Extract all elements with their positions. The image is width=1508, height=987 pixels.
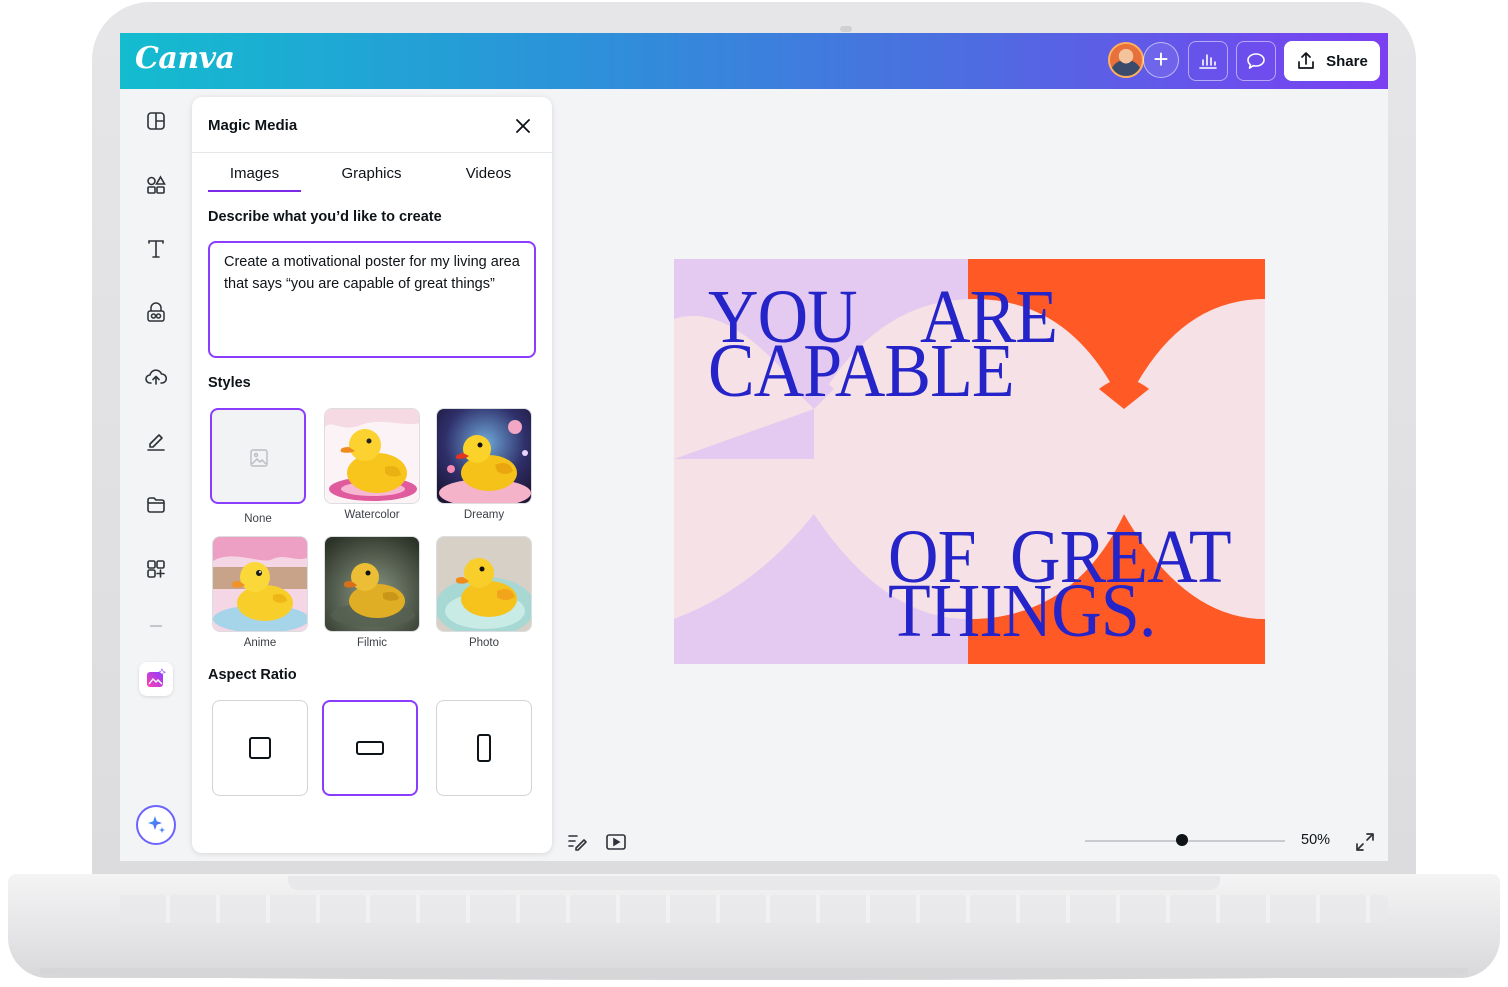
share-button[interactable]: Share bbox=[1284, 41, 1380, 81]
rail-apps[interactable] bbox=[144, 557, 168, 581]
prompt-textarea[interactable]: Create a motivational poster for my livi… bbox=[208, 241, 536, 358]
duck-filmic-thumb bbox=[325, 537, 419, 631]
app-screen: Canva + Share Magic Media Images Graphic… bbox=[120, 33, 1388, 861]
upload-icon bbox=[1298, 52, 1314, 69]
play-icon bbox=[606, 834, 626, 850]
draw-icon bbox=[147, 434, 165, 451]
avatar[interactable] bbox=[1108, 42, 1144, 78]
laptop-foot bbox=[40, 968, 1468, 980]
style-caption: Photo bbox=[468, 637, 500, 649]
notes-icon bbox=[568, 835, 587, 851]
present-button[interactable] bbox=[605, 831, 627, 853]
aspect-square-button[interactable] bbox=[212, 700, 308, 796]
duck-anime-thumb bbox=[213, 537, 307, 631]
prompt-text: Create a motivational poster for my livi… bbox=[224, 254, 520, 292]
style-watercolor[interactable] bbox=[324, 408, 420, 504]
canva-logo[interactable]: Canva bbox=[135, 41, 235, 76]
text-icon bbox=[148, 240, 164, 258]
plus-icon: + bbox=[1153, 44, 1169, 74]
fullscreen-button[interactable] bbox=[1354, 831, 1376, 853]
aspect-ratio-label: Aspect Ratio bbox=[208, 667, 297, 683]
poster-text-capable[interactable]: CAPABLE bbox=[708, 333, 1015, 409]
style-dreamy[interactable] bbox=[436, 408, 532, 504]
rail-design[interactable] bbox=[144, 109, 168, 133]
folder-icon bbox=[147, 497, 165, 513]
styles-label: Styles bbox=[208, 375, 251, 391]
rail-elements[interactable] bbox=[144, 173, 168, 197]
bar-chart-icon bbox=[1199, 54, 1217, 69]
style-anime[interactable] bbox=[212, 536, 308, 632]
side-rail bbox=[120, 89, 192, 861]
aspect-landscape-button[interactable] bbox=[322, 700, 418, 796]
rail-draw[interactable] bbox=[144, 429, 168, 453]
comment-icon bbox=[1247, 53, 1265, 69]
apps-icon bbox=[147, 560, 165, 578]
close-panel-button[interactable] bbox=[512, 115, 534, 137]
style-caption: Anime bbox=[243, 637, 277, 649]
notes-button[interactable] bbox=[566, 831, 588, 853]
magic-assistant-button[interactable] bbox=[136, 805, 176, 845]
cloud-upload-icon bbox=[145, 369, 167, 385]
style-none[interactable] bbox=[210, 408, 306, 504]
laptop-keyboard bbox=[120, 895, 1388, 923]
close-icon bbox=[516, 119, 530, 133]
share-label: Share bbox=[1326, 52, 1368, 70]
active-tab-indicator bbox=[208, 190, 301, 192]
sparkle-icon bbox=[148, 816, 165, 833]
panel-title: Magic Media bbox=[208, 117, 298, 134]
add-collaborator-button[interactable]: + bbox=[1143, 42, 1179, 78]
style-photo[interactable] bbox=[436, 536, 532, 632]
poster-canvas[interactable]: YOU ARE CAPABLE OF GREAT THINGS. bbox=[674, 259, 1265, 664]
style-filmic[interactable] bbox=[324, 536, 420, 632]
rail-uploads[interactable] bbox=[144, 365, 168, 389]
poster-text-things[interactable]: THINGS. bbox=[888, 573, 1156, 649]
duck-dreamy-thumb bbox=[437, 409, 531, 503]
duck-watercolor-thumb bbox=[325, 409, 419, 503]
laptop-camera bbox=[840, 26, 852, 32]
magic-media-panel: Magic Media Images Graphics Videos Descr… bbox=[192, 97, 552, 853]
top-bar: Canva + Share bbox=[120, 33, 1388, 89]
laptop-hinge bbox=[288, 876, 1220, 890]
magic-media-icon bbox=[147, 668, 166, 687]
layout-icon bbox=[147, 112, 165, 130]
style-caption: Filmic bbox=[356, 637, 388, 649]
rail-projects[interactable] bbox=[144, 493, 168, 517]
style-caption: Watercolor bbox=[344, 509, 400, 521]
prompt-label: Describe what you’d like to create bbox=[208, 209, 442, 225]
aspect-portrait-button[interactable] bbox=[436, 700, 532, 796]
style-caption: None bbox=[244, 513, 272, 525]
tab-images[interactable]: Images bbox=[208, 165, 301, 182]
expand-icon bbox=[1356, 833, 1374, 851]
tab-graphics[interactable]: Graphics bbox=[325, 165, 418, 182]
portrait-ratio-icon bbox=[477, 734, 491, 762]
image-placeholder-icon bbox=[250, 449, 268, 467]
brand-kit-icon bbox=[147, 302, 165, 322]
style-caption: Dreamy bbox=[463, 509, 505, 521]
rail-magic-media[interactable] bbox=[139, 662, 173, 696]
rail-text[interactable] bbox=[144, 237, 168, 261]
zoom-slider-knob[interactable] bbox=[1176, 834, 1188, 846]
shapes-icon bbox=[147, 175, 166, 194]
duck-photo-thumb bbox=[437, 537, 531, 631]
comments-button[interactable] bbox=[1236, 41, 1276, 81]
square-ratio-icon bbox=[249, 737, 271, 759]
tab-videos[interactable]: Videos bbox=[442, 165, 535, 182]
rail-brand[interactable] bbox=[144, 301, 168, 325]
rail-divider bbox=[150, 625, 162, 627]
landscape-ratio-icon bbox=[356, 741, 384, 755]
panel-divider bbox=[192, 152, 552, 153]
insights-button[interactable] bbox=[1188, 41, 1228, 81]
zoom-level[interactable]: 50% bbox=[1301, 832, 1330, 848]
